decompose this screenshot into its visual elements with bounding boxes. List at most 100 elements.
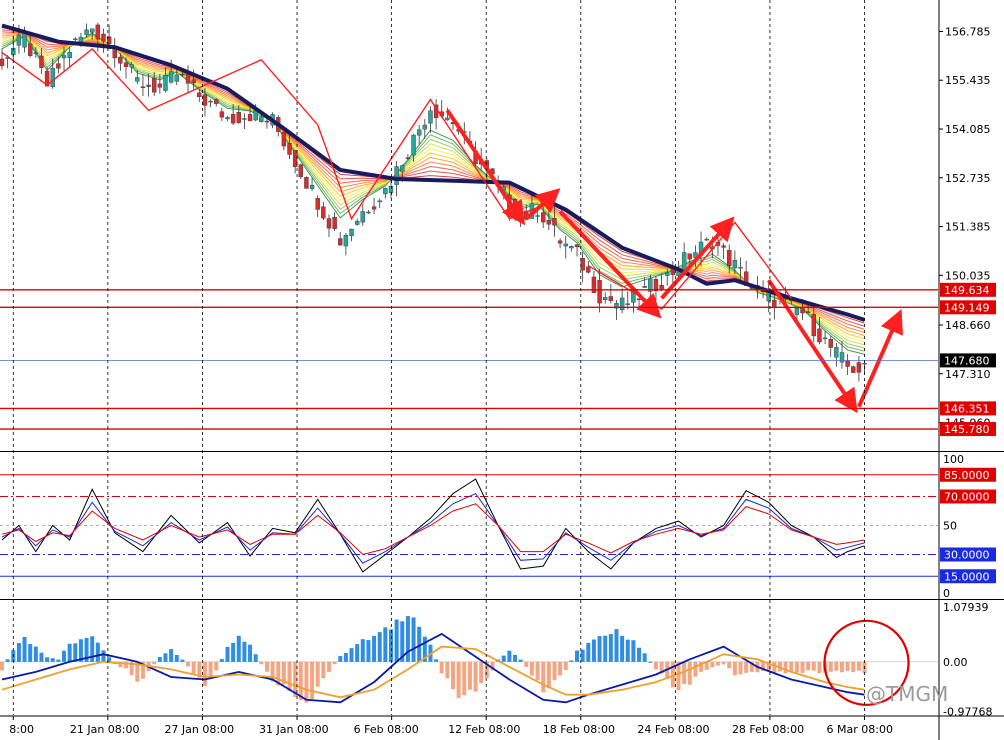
- candle-body: [445, 117, 450, 121]
- time-tick-label: 24 Feb 08:00: [637, 723, 709, 736]
- macd-histogram-bar: [73, 643, 78, 662]
- macd-histogram-bar: [744, 661, 749, 673]
- price-tick-label: 156.785: [945, 25, 991, 38]
- macd-histogram-bar: [710, 661, 715, 668]
- candle-body: [738, 266, 743, 269]
- candle-body: [168, 71, 174, 83]
- macd-histogram-bar: [856, 661, 861, 671]
- candle-body: [603, 297, 608, 300]
- candle-body: [659, 284, 664, 290]
- candle-body: [845, 360, 850, 367]
- macd-histogram-bar: [614, 629, 619, 662]
- candle-body: [608, 296, 614, 302]
- time-tick-label: 27 Jan 08:00: [164, 723, 234, 736]
- candle-body: [687, 253, 692, 260]
- rsi-oscillator-panel: 100 50 0 85.0000 70.0000 30.0000 15.0000: [0, 453, 996, 600]
- macd-histogram-bar: [828, 661, 833, 672]
- time-tick-label: 8:00: [9, 723, 34, 736]
- candle-body: [394, 166, 399, 185]
- macd-histogram-bar: [845, 661, 850, 671]
- candle-body: [862, 362, 867, 365]
- macd-histogram-bar: [304, 661, 309, 703]
- candle-body: [834, 346, 839, 358]
- candle-body: [118, 56, 123, 64]
- macd-histogram-bar: [174, 654, 179, 662]
- rsi-level-label: 30.0000: [944, 549, 990, 562]
- macd-histogram-bar: [259, 661, 264, 665]
- trading-chart: 156.785 155.435 154.085 152.735 151.385 150.0…: [0, 0, 1004, 740]
- candle-body: [214, 99, 219, 104]
- candle-body: [163, 74, 168, 91]
- time-tick-label: 31 Jan 08:00: [259, 723, 329, 736]
- ma-ribbon-line: [1, 34, 865, 349]
- candle-body: [230, 114, 236, 124]
- macd-histogram-bar: [783, 661, 788, 674]
- candle-body: [84, 29, 89, 35]
- candle-body: [794, 307, 800, 315]
- time-tick-label: 6 Mar 08:00: [827, 723, 893, 736]
- candle-body: [78, 36, 84, 43]
- price-level-label: 145.780: [944, 423, 990, 436]
- rsi-tick-label: 0: [943, 587, 950, 600]
- candle-body: [541, 212, 546, 223]
- macd-histogram-bar: [817, 661, 822, 674]
- macd-histogram-bar: [388, 629, 393, 662]
- ma-ribbon-line: [1, 32, 865, 355]
- candle-body: [817, 328, 822, 343]
- candle-body: [400, 165, 405, 172]
- macd-histogram-bar: [152, 661, 157, 665]
- macd-histogram-bar: [355, 644, 360, 662]
- candle-body: [338, 238, 343, 246]
- time-tick-label: 12 Feb 08:00: [448, 723, 520, 736]
- candle-body: [422, 124, 428, 130]
- price-level-label: 149.149: [944, 301, 990, 314]
- macd-histogram-bar: [67, 643, 72, 662]
- candle-body: [16, 34, 22, 46]
- candle-body: [146, 84, 151, 87]
- candle-body: [349, 228, 354, 237]
- candle-body: [61, 55, 67, 59]
- candle-body: [56, 63, 61, 69]
- macd-tick-label: 1.07939: [943, 601, 989, 614]
- macd-histogram-bar: [5, 659, 10, 662]
- macd-histogram-bar: [501, 655, 506, 662]
- candle-body: [281, 131, 287, 147]
- candle-body: [343, 235, 349, 247]
- candle-body: [33, 52, 39, 54]
- macd-histogram-bar: [789, 661, 794, 672]
- macd-histogram-bar: [231, 642, 236, 662]
- candle-body: [309, 184, 315, 189]
- macd-histogram-bar: [839, 661, 844, 673]
- macd-histogram-bar: [45, 657, 50, 662]
- candle-body: [140, 86, 146, 88]
- macd-histogram-bar: [180, 659, 185, 662]
- macd-tick-label: 0.00: [943, 656, 968, 669]
- candle-body: [856, 362, 862, 373]
- macd-histogram-bar: [648, 661, 653, 663]
- macd-histogram-bar: [101, 650, 106, 662]
- macd-histogram-bar: [191, 661, 196, 675]
- watermark-label: @TMGM: [866, 682, 949, 706]
- macd-histogram-bar: [591, 639, 596, 662]
- rsi-level-label: 70.0000: [944, 491, 990, 504]
- candle-body: [298, 164, 303, 178]
- macd-histogram-bar: [721, 661, 726, 665]
- macd-histogram-bar: [343, 652, 348, 662]
- macd-histogram-bar: [580, 649, 585, 662]
- macd-histogram-bar: [366, 640, 371, 662]
- candle-body: [22, 32, 27, 48]
- candle-body: [180, 73, 185, 76]
- candle-body: [73, 38, 78, 41]
- candle-body: [50, 68, 55, 88]
- macd-histogram-bar: [732, 661, 737, 676]
- candle-body: [326, 218, 332, 229]
- macd-histogram-bar: [676, 661, 681, 691]
- macd-histogram-bar: [738, 661, 743, 675]
- macd-histogram-bar: [507, 650, 512, 662]
- macd-histogram-bar: [625, 639, 630, 662]
- candle-body: [405, 157, 411, 159]
- price-level-label: 146.351: [944, 402, 990, 415]
- macd-histogram-bar: [524, 661, 529, 667]
- macd-histogram-bar: [264, 661, 269, 672]
- macd-histogram-bar: [772, 661, 777, 674]
